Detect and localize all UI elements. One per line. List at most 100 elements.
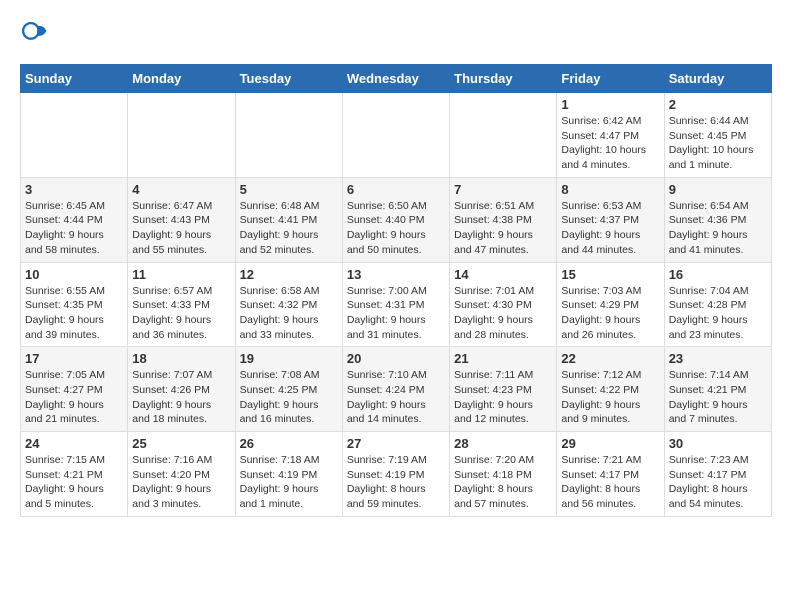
day-number: 25 bbox=[132, 436, 230, 451]
day-number: 6 bbox=[347, 182, 445, 197]
calendar-cell: 17Sunrise: 7:05 AM Sunset: 4:27 PM Dayli… bbox=[21, 347, 128, 432]
day-info: Sunrise: 7:10 AM Sunset: 4:24 PM Dayligh… bbox=[347, 368, 445, 427]
day-number: 17 bbox=[25, 351, 123, 366]
day-info: Sunrise: 6:57 AM Sunset: 4:33 PM Dayligh… bbox=[132, 284, 230, 343]
day-info: Sunrise: 7:03 AM Sunset: 4:29 PM Dayligh… bbox=[561, 284, 659, 343]
calendar-cell: 30Sunrise: 7:23 AM Sunset: 4:17 PM Dayli… bbox=[664, 432, 771, 517]
day-number: 7 bbox=[454, 182, 552, 197]
day-number: 2 bbox=[669, 97, 767, 112]
calendar-week-row: 10 Sunrise: 6:55 AM Sunset: 4:35 PM Dayli… bbox=[21, 262, 772, 347]
day-number: 10 bbox=[25, 267, 123, 282]
day-number: 20 bbox=[347, 351, 445, 366]
day-info: Sunrise: 7:01 AM Sunset: 4:30 PM Dayligh… bbox=[454, 284, 552, 343]
day-number: 3 bbox=[25, 182, 123, 197]
day-number: 16 bbox=[669, 267, 767, 282]
day-info: Sunrise: 7:16 AM Sunset: 4:20 PM Dayligh… bbox=[132, 453, 230, 512]
day-info: Sunrise: 7:18 AM Sunset: 4:19 PM Dayligh… bbox=[240, 453, 338, 512]
calendar-cell: 27 Sunrise: 7:19 AM Sunset: 4:19 PM Dayli… bbox=[342, 432, 449, 517]
calendar-cell: 6Sunrise: 6:50 AM Sunset: 4:40 PM Daylig… bbox=[342, 177, 449, 262]
day-number: 29 bbox=[561, 436, 659, 451]
day-info: Sunrise: 6:51 AM Sunset: 4:38 PM Dayligh… bbox=[454, 199, 552, 258]
calendar-cell: 3 Sunrise: 6:45 AM Sunset: 4:44 PM Daylig… bbox=[21, 177, 128, 262]
day-info: Sunrise: 6:47 AM Sunset: 4:43 PM Dayligh… bbox=[132, 199, 230, 258]
weekday-header: Wednesday bbox=[342, 65, 449, 93]
day-number: 11 bbox=[132, 267, 230, 282]
calendar-cell: 13 Sunrise: 7:00 AM Sunset: 4:31 PM Dayli… bbox=[342, 262, 449, 347]
day-number: 27 bbox=[347, 436, 445, 451]
calendar-week-row: 17Sunrise: 7:05 AM Sunset: 4:27 PM Dayli… bbox=[21, 347, 772, 432]
calendar-cell: 25 Sunrise: 7:16 AM Sunset: 4:20 PM Dayli… bbox=[128, 432, 235, 517]
day-number: 9 bbox=[669, 182, 767, 197]
calendar-cell: 29 Sunrise: 7:21 AM Sunset: 4:17 PM Dayli… bbox=[557, 432, 664, 517]
calendar-cell: 16 Sunrise: 7:04 AM Sunset: 4:28 PM Dayli… bbox=[664, 262, 771, 347]
calendar-week-row: 24Sunrise: 7:15 AM Sunset: 4:21 PM Dayli… bbox=[21, 432, 772, 517]
day-info: Sunrise: 6:45 AM Sunset: 4:44 PM Dayligh… bbox=[25, 199, 123, 258]
logo-icon bbox=[20, 20, 48, 48]
weekday-header: Thursday bbox=[450, 65, 557, 93]
weekday-header: Saturday bbox=[664, 65, 771, 93]
day-number: 23 bbox=[669, 351, 767, 366]
calendar-cell: 7 Sunrise: 6:51 AM Sunset: 4:38 PM Daylig… bbox=[450, 177, 557, 262]
calendar-cell: 11 Sunrise: 6:57 AM Sunset: 4:33 PM Dayli… bbox=[128, 262, 235, 347]
day-number: 15 bbox=[561, 267, 659, 282]
day-info: Sunrise: 6:58 AM Sunset: 4:32 PM Dayligh… bbox=[240, 284, 338, 343]
day-number: 14 bbox=[454, 267, 552, 282]
day-info: Sunrise: 7:19 AM Sunset: 4:19 PM Dayligh… bbox=[347, 453, 445, 512]
calendar-header-row: SundayMondayTuesdayWednesdayThursdayFrid… bbox=[21, 65, 772, 93]
weekday-header: Friday bbox=[557, 65, 664, 93]
calendar-cell: 28 Sunrise: 7:20 AM Sunset: 4:18 PM Dayli… bbox=[450, 432, 557, 517]
day-info: Sunrise: 7:04 AM Sunset: 4:28 PM Dayligh… bbox=[669, 284, 767, 343]
day-info: Sunrise: 7:14 AM Sunset: 4:21 PM Dayligh… bbox=[669, 368, 767, 427]
day-number: 8 bbox=[561, 182, 659, 197]
day-number: 13 bbox=[347, 267, 445, 282]
calendar-cell: 4 Sunrise: 6:47 AM Sunset: 4:43 PM Daylig… bbox=[128, 177, 235, 262]
calendar-cell: 15 Sunrise: 7:03 AM Sunset: 4:29 PM Dayli… bbox=[557, 262, 664, 347]
day-number: 4 bbox=[132, 182, 230, 197]
day-number: 26 bbox=[240, 436, 338, 451]
calendar-week-row: 3 Sunrise: 6:45 AM Sunset: 4:44 PM Daylig… bbox=[21, 177, 772, 262]
day-info: Sunrise: 7:11 AM Sunset: 4:23 PM Dayligh… bbox=[454, 368, 552, 427]
day-number: 28 bbox=[454, 436, 552, 451]
weekday-header: Monday bbox=[128, 65, 235, 93]
day-number: 5 bbox=[240, 182, 338, 197]
weekday-header: Tuesday bbox=[235, 65, 342, 93]
calendar-cell bbox=[450, 93, 557, 178]
day-number: 1 bbox=[561, 97, 659, 112]
day-number: 22 bbox=[561, 351, 659, 366]
calendar-cell: 24Sunrise: 7:15 AM Sunset: 4:21 PM Dayli… bbox=[21, 432, 128, 517]
day-info: Sunrise: 7:23 AM Sunset: 4:17 PM Dayligh… bbox=[669, 453, 767, 512]
day-info: Sunrise: 7:12 AM Sunset: 4:22 PM Dayligh… bbox=[561, 368, 659, 427]
day-info: Sunrise: 7:20 AM Sunset: 4:18 PM Dayligh… bbox=[454, 453, 552, 512]
day-info: Sunrise: 7:15 AM Sunset: 4:21 PM Dayligh… bbox=[25, 453, 123, 512]
page-header bbox=[20, 20, 772, 48]
calendar-cell: 20 Sunrise: 7:10 AM Sunset: 4:24 PM Dayli… bbox=[342, 347, 449, 432]
calendar-cell: 8 Sunrise: 6:53 AM Sunset: 4:37 PM Daylig… bbox=[557, 177, 664, 262]
day-info: Sunrise: 7:08 AM Sunset: 4:25 PM Dayligh… bbox=[240, 368, 338, 427]
calendar-cell: 9Sunrise: 6:54 AM Sunset: 4:36 PM Daylig… bbox=[664, 177, 771, 262]
day-info: Sunrise: 6:48 AM Sunset: 4:41 PM Dayligh… bbox=[240, 199, 338, 258]
calendar-cell: 19Sunrise: 7:08 AM Sunset: 4:25 PM Dayli… bbox=[235, 347, 342, 432]
day-number: 18 bbox=[132, 351, 230, 366]
day-info: Sunrise: 7:00 AM Sunset: 4:31 PM Dayligh… bbox=[347, 284, 445, 343]
calendar-cell: 1 Sunrise: 6:42 AM Sunset: 4:47 PM Daylig… bbox=[557, 93, 664, 178]
day-info: Sunrise: 6:42 AM Sunset: 4:47 PM Dayligh… bbox=[561, 114, 659, 173]
calendar-cell: 10 Sunrise: 6:55 AM Sunset: 4:35 PM Dayli… bbox=[21, 262, 128, 347]
calendar-cell bbox=[342, 93, 449, 178]
day-number: 21 bbox=[454, 351, 552, 366]
calendar-table: SundayMondayTuesdayWednesdayThursdayFrid… bbox=[20, 64, 772, 517]
calendar-cell bbox=[128, 93, 235, 178]
calendar-cell: 2 Sunrise: 6:44 AM Sunset: 4:45 PM Daylig… bbox=[664, 93, 771, 178]
day-info: Sunrise: 6:55 AM Sunset: 4:35 PM Dayligh… bbox=[25, 284, 123, 343]
calendar-week-row: 1 Sunrise: 6:42 AM Sunset: 4:47 PM Daylig… bbox=[21, 93, 772, 178]
calendar-cell: 21 Sunrise: 7:11 AM Sunset: 4:23 PM Dayli… bbox=[450, 347, 557, 432]
calendar-cell: 18 Sunrise: 7:07 AM Sunset: 4:26 PM Dayli… bbox=[128, 347, 235, 432]
calendar-cell: 5 Sunrise: 6:48 AM Sunset: 4:41 PM Daylig… bbox=[235, 177, 342, 262]
day-info: Sunrise: 7:07 AM Sunset: 4:26 PM Dayligh… bbox=[132, 368, 230, 427]
weekday-header: Sunday bbox=[21, 65, 128, 93]
day-info: Sunrise: 6:53 AM Sunset: 4:37 PM Dayligh… bbox=[561, 199, 659, 258]
calendar-cell: 23 Sunrise: 7:14 AM Sunset: 4:21 PM Dayli… bbox=[664, 347, 771, 432]
day-info: Sunrise: 7:21 AM Sunset: 4:17 PM Dayligh… bbox=[561, 453, 659, 512]
calendar-cell bbox=[235, 93, 342, 178]
calendar-cell: 14 Sunrise: 7:01 AM Sunset: 4:30 PM Dayli… bbox=[450, 262, 557, 347]
day-info: Sunrise: 6:44 AM Sunset: 4:45 PM Dayligh… bbox=[669, 114, 767, 173]
